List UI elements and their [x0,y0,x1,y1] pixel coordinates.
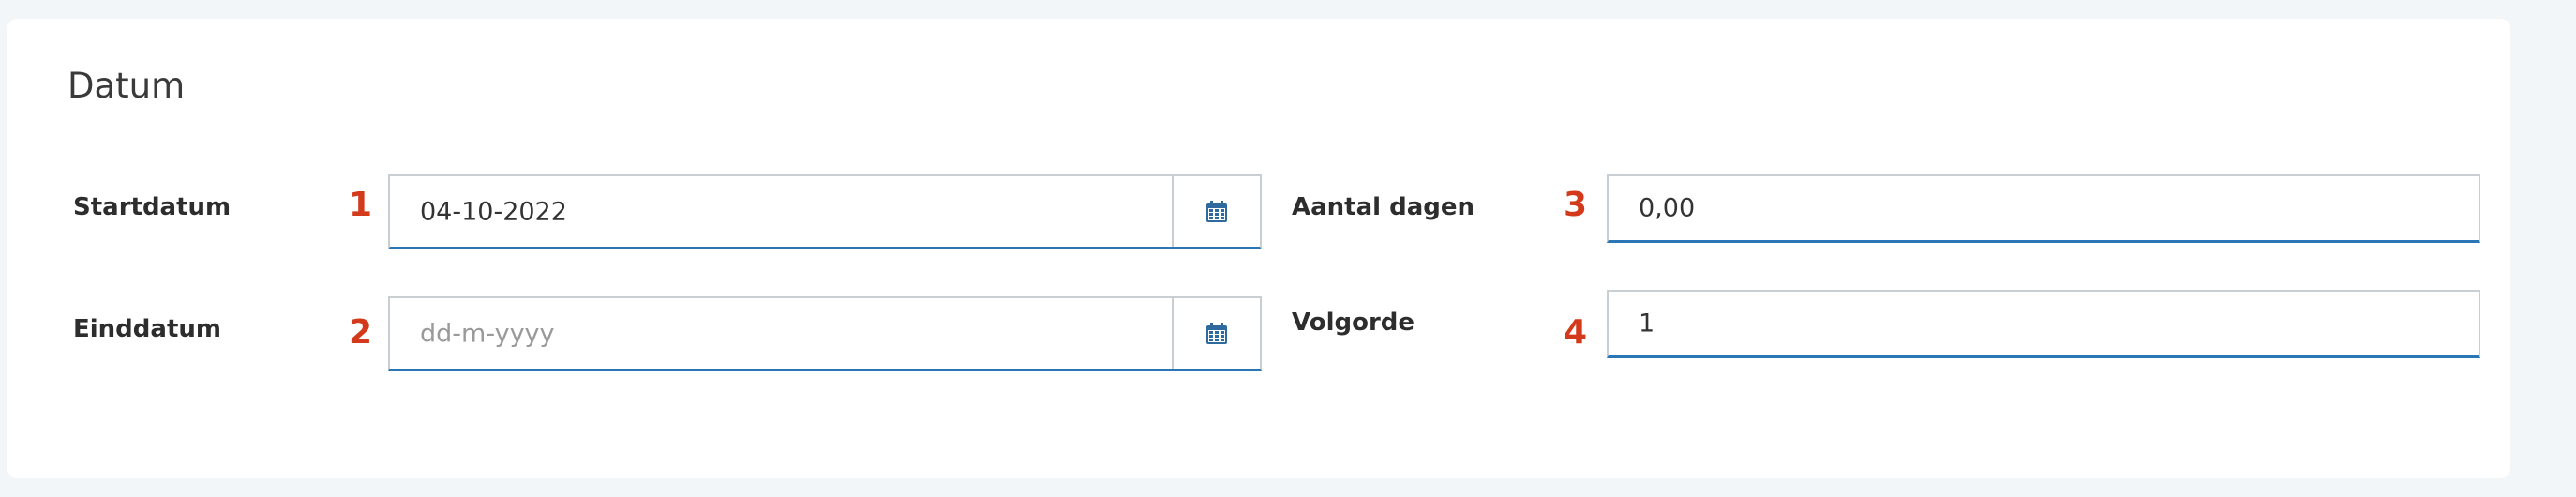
volgorde-value: 1 [1639,309,1655,339]
aantal-dagen-value: 0,00 [1639,193,1696,223]
marker-3: 3 [1564,186,1588,224]
volgorde-input[interactable]: 1 [1607,290,2480,358]
volgorde-label: Volgorde [1292,309,1415,337]
calendar-icon [1206,200,1227,222]
section-title: Datum [67,66,186,106]
einddatum-label: Einddatum [73,315,221,343]
aantal-dagen-label: Aantal dagen [1292,193,1475,221]
einddatum-calendar-button[interactable] [1172,298,1260,369]
marker-1: 1 [349,186,373,224]
einddatum-placeholder: dd-m-yyyy [420,319,555,348]
calendar-icon [1206,322,1227,344]
startdatum-label: Startdatum [73,193,232,221]
marker-2: 2 [349,313,373,352]
startdatum-calendar-button[interactable] [1172,176,1260,247]
startdatum-input[interactable]: 04-10-2022 [388,174,1262,249]
marker-4: 4 [1564,313,1588,352]
aantal-dagen-input[interactable]: 0,00 [1607,174,2480,243]
einddatum-input[interactable]: dd-m-yyyy [388,296,1262,371]
startdatum-value: 04-10-2022 [420,197,567,226]
